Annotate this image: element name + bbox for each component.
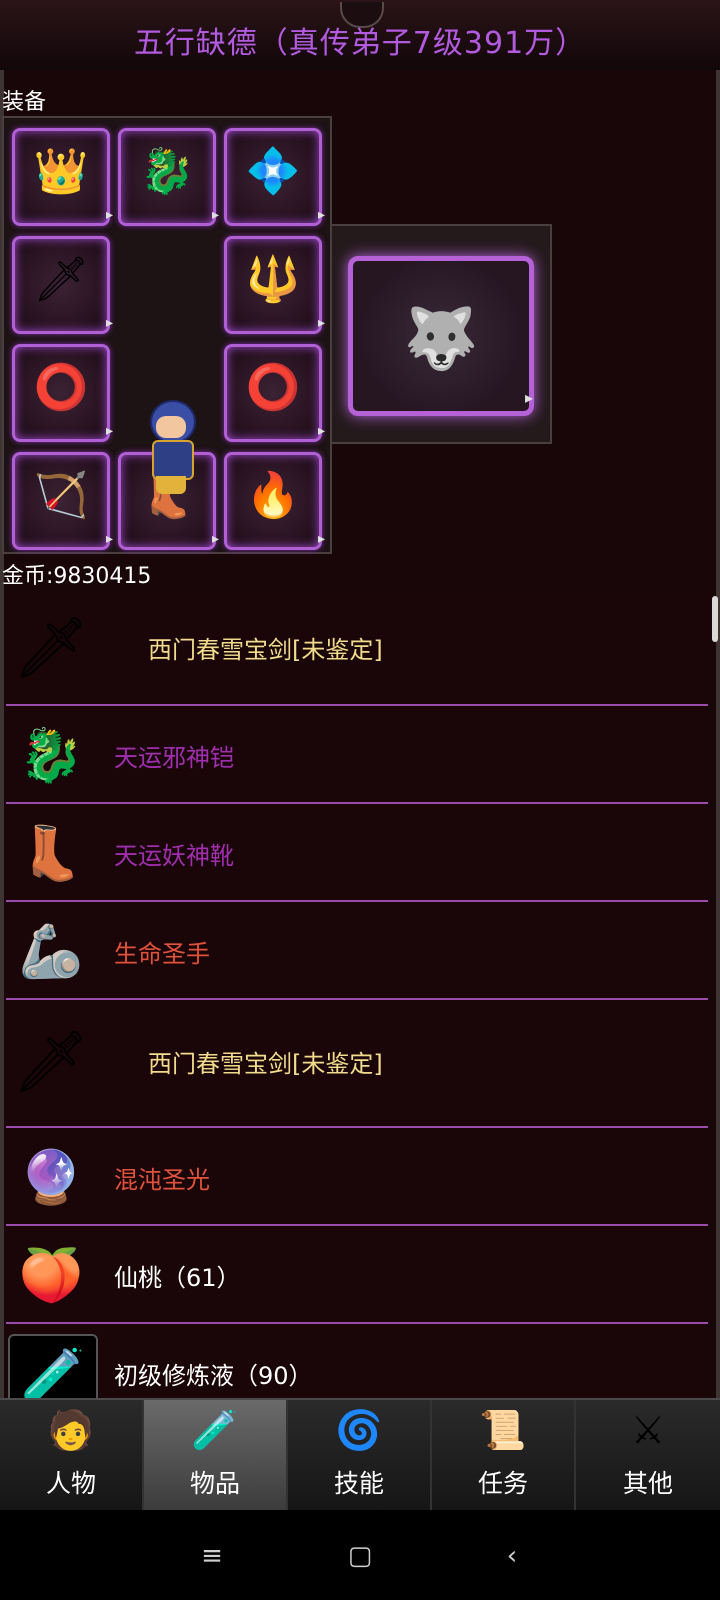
- character-icon: 🧑: [47, 1408, 95, 1452]
- bracer-left-slot[interactable]: ⭕: [12, 344, 113, 442]
- item-name: 西门春雪宝剑[未鉴定]: [148, 636, 383, 664]
- belt-slot[interactable]: 🏹: [12, 452, 113, 550]
- tab-label: 人物: [45, 1469, 96, 1498]
- list-item[interactable]: 👢 天运妖神靴: [6, 804, 708, 902]
- character-title: 五行缺德（真传弟子7级391万）: [133, 26, 587, 61]
- system-navigation-bar: ≡ ▢ ‹: [0, 1510, 720, 1600]
- list-item[interactable]: 🐉 天运邪神铠: [6, 706, 708, 804]
- armor-icon: 🐉: [139, 146, 195, 197]
- list-item[interactable]: 🍑 仙桃（61）: [6, 1226, 708, 1324]
- tab-items[interactable]: 🧪 物品: [144, 1400, 288, 1510]
- item-name: 生命圣手: [114, 940, 210, 968]
- item-icon-frame: 🧪: [8, 1334, 98, 1398]
- charm-icon: 🔥: [245, 470, 301, 521]
- item-icon-frame: 🔮: [8, 1138, 94, 1218]
- home-icon[interactable]: ▢: [330, 1536, 390, 1576]
- tab-label: 技能: [333, 1469, 384, 1498]
- amulet-icon: 🔮: [18, 1148, 84, 1208]
- tab-label: 物品: [189, 1469, 240, 1498]
- bracer-icon: ⭕: [33, 362, 89, 413]
- bracer-right-slot[interactable]: ⭕: [224, 344, 325, 442]
- menu-icon[interactable]: ≡: [182, 1536, 242, 1576]
- item-icon-frame: 🐉: [8, 716, 94, 796]
- equipment-section-label: 装备: [2, 90, 47, 115]
- avatar-face: [156, 416, 186, 438]
- item-name: 天运妖神靴: [114, 842, 234, 870]
- tab-character[interactable]: 🧑 人物: [0, 1400, 144, 1510]
- weapon-slot[interactable]: 🗡: [12, 236, 113, 334]
- item-icon-frame: 🍑: [8, 1236, 94, 1316]
- list-item[interactable]: 🧪 初级修炼液（90）: [6, 1324, 708, 1398]
- ring-icon: ⭕: [245, 362, 301, 413]
- items-bottle-icon: 🧪: [191, 1408, 239, 1452]
- necklace-slot[interactable]: 💠: [224, 128, 325, 226]
- avatar-legs: [156, 476, 186, 494]
- tab-label: 任务: [477, 1469, 528, 1498]
- gold-counter: 金币:9830415: [2, 564, 152, 589]
- necklace-icon: 💠: [245, 146, 301, 197]
- sword-icon: 🗡: [12, 1027, 90, 1097]
- armor-icon: 🐉: [18, 726, 84, 786]
- item-icon-frame: 👢: [8, 814, 94, 894]
- bottom-tab-bar: 🧑 人物 🧪 物品 🌀 技能 📜 任务 ⚔ 其他: [0, 1398, 720, 1512]
- equipment-panel: 👑 🐉 💠 🗡 🔱 ⭕ ⭕ 🏹 👢 🔥: [2, 116, 332, 554]
- quest-icon: 📜: [479, 1408, 527, 1452]
- black-beast-mount-icon: 🐺: [403, 304, 479, 374]
- item-icon-frame: 🦾: [8, 912, 94, 992]
- tab-other[interactable]: ⚔ 其他: [576, 1400, 720, 1510]
- avatar-body: [152, 440, 194, 480]
- armor-slot[interactable]: 🐉: [118, 128, 219, 226]
- sword-icon: 🗡: [33, 254, 89, 305]
- item-icon-frame: 🗡: [8, 600, 94, 696]
- charm-slot[interactable]: 🔥: [224, 452, 325, 550]
- list-item[interactable]: 🗡 西门春雪宝剑[未鉴定]: [6, 1000, 708, 1128]
- list-item[interactable]: 🗡 西门春雪宝剑[未鉴定]: [6, 592, 708, 706]
- item-icon-frame: 🗡: [8, 1012, 94, 1112]
- item-name: 仙桃（61）: [114, 1264, 241, 1292]
- item-name: 天运邪神铠: [114, 744, 234, 772]
- item-name: 西门春雪宝剑[未鉴定]: [148, 1050, 383, 1078]
- offhand-slot[interactable]: 🔱: [224, 236, 325, 334]
- boots-icon: 👢: [18, 824, 84, 884]
- character-avatar: [140, 400, 200, 496]
- helmet-slot[interactable]: 👑: [12, 128, 113, 226]
- list-item[interactable]: 🔮 混沌圣光: [6, 1128, 708, 1226]
- item-name: 初级修炼液（90）: [114, 1362, 313, 1390]
- inventory-list[interactable]: 🗡 西门春雪宝剑[未鉴定] 🐉 天运邪神铠 👢 天运妖神靴 🦾 生命圣手 🗡 西…: [6, 592, 708, 1398]
- bow-icon: 🏹: [33, 470, 89, 521]
- sword-icon: 🗡: [12, 613, 90, 683]
- title-bar: 五行缺德（真传弟子7级391万）: [0, 0, 720, 73]
- tab-label: 其他: [622, 1469, 673, 1498]
- tab-skills[interactable]: 🌀 技能: [288, 1400, 432, 1510]
- back-icon[interactable]: ‹: [482, 1536, 542, 1576]
- list-scrollbar[interactable]: [712, 596, 718, 642]
- peach-icon: 🍑: [18, 1246, 84, 1306]
- potion-icon: 🧪: [20, 1346, 86, 1398]
- helmet-icon: 👑: [33, 146, 89, 197]
- bracer-icon: 🦾: [18, 922, 84, 982]
- mount-panel: 🐺: [330, 224, 552, 444]
- item-name: 混沌圣光: [114, 1166, 210, 1194]
- other-icon: ⚔: [630, 1408, 666, 1452]
- list-item[interactable]: 🦾 生命圣手: [6, 902, 708, 1000]
- tab-quests[interactable]: 📜 任务: [432, 1400, 576, 1510]
- mount-slot[interactable]: 🐺: [348, 256, 534, 416]
- skill-orb-icon: 🌀: [335, 1408, 383, 1452]
- staff-icon: 🔱: [245, 254, 301, 305]
